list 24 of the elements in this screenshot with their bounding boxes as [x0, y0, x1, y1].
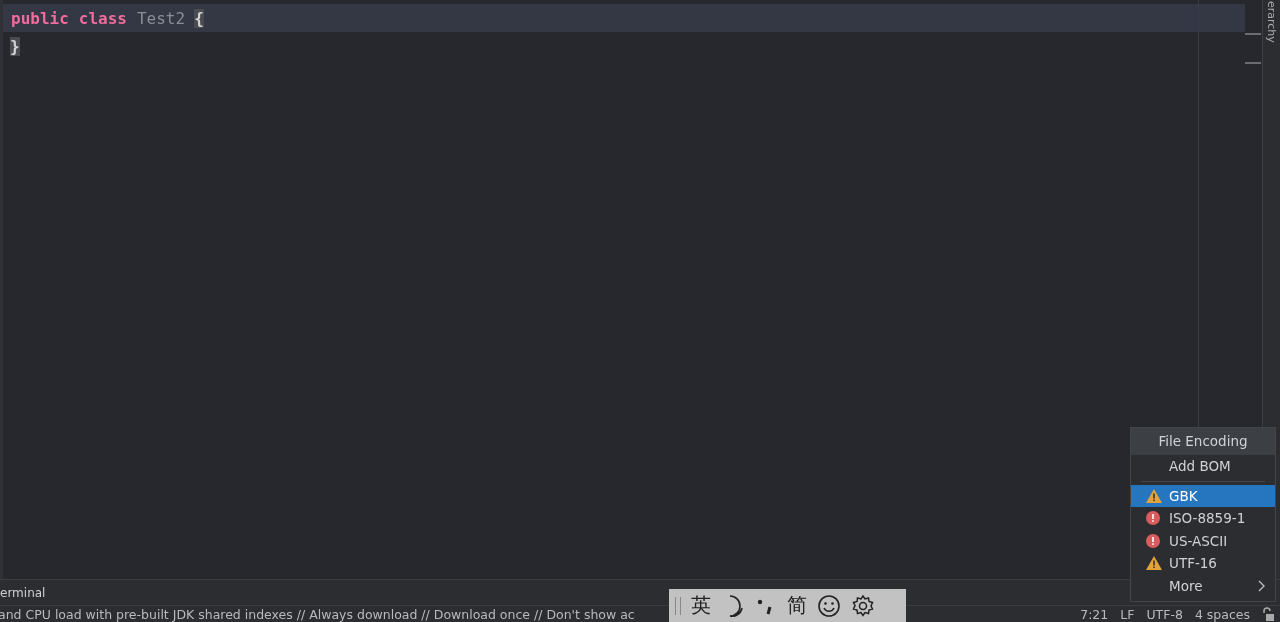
error-icon [1146, 511, 1160, 526]
indent-setting[interactable]: 4 spaces [1194, 606, 1250, 622]
caret-position[interactable]: 7:21 [1080, 606, 1109, 622]
line-separator[interactable]: LF [1120, 606, 1135, 622]
warning-icon [1146, 488, 1162, 503]
menu-item[interactable]: US-ASCII [1131, 529, 1275, 552]
menu-item[interactable]: UTF-16 [1131, 552, 1275, 575]
menu-item[interactable]: Add BOM [1131, 455, 1275, 478]
smiley-icon[interactable] [817, 593, 841, 618]
tool-window-tab[interactable]: erarchy [1265, 1, 1278, 45]
settings-icon[interactable] [851, 593, 875, 618]
popup-title: File Encoding [1131, 428, 1275, 455]
warning-icon [1146, 556, 1162, 571]
menu-item[interactable]: More [1131, 574, 1275, 597]
drag-handle[interactable] [675, 596, 681, 615]
language-toggle[interactable]: 英 [691, 592, 711, 619]
chevron-right-icon [1257, 579, 1265, 592]
error-icon [1146, 533, 1160, 548]
script-toggle[interactable]: 简 [787, 592, 807, 619]
menu-item[interactable]: ISO-8859-1 [1131, 507, 1275, 530]
unlock-icon[interactable] [1262, 607, 1274, 621]
file-encoding[interactable]: UTF-8 [1146, 606, 1183, 622]
tool-window-title[interactable]: erminal [0, 585, 46, 600]
menu-item[interactable]: GBK [1131, 484, 1275, 507]
